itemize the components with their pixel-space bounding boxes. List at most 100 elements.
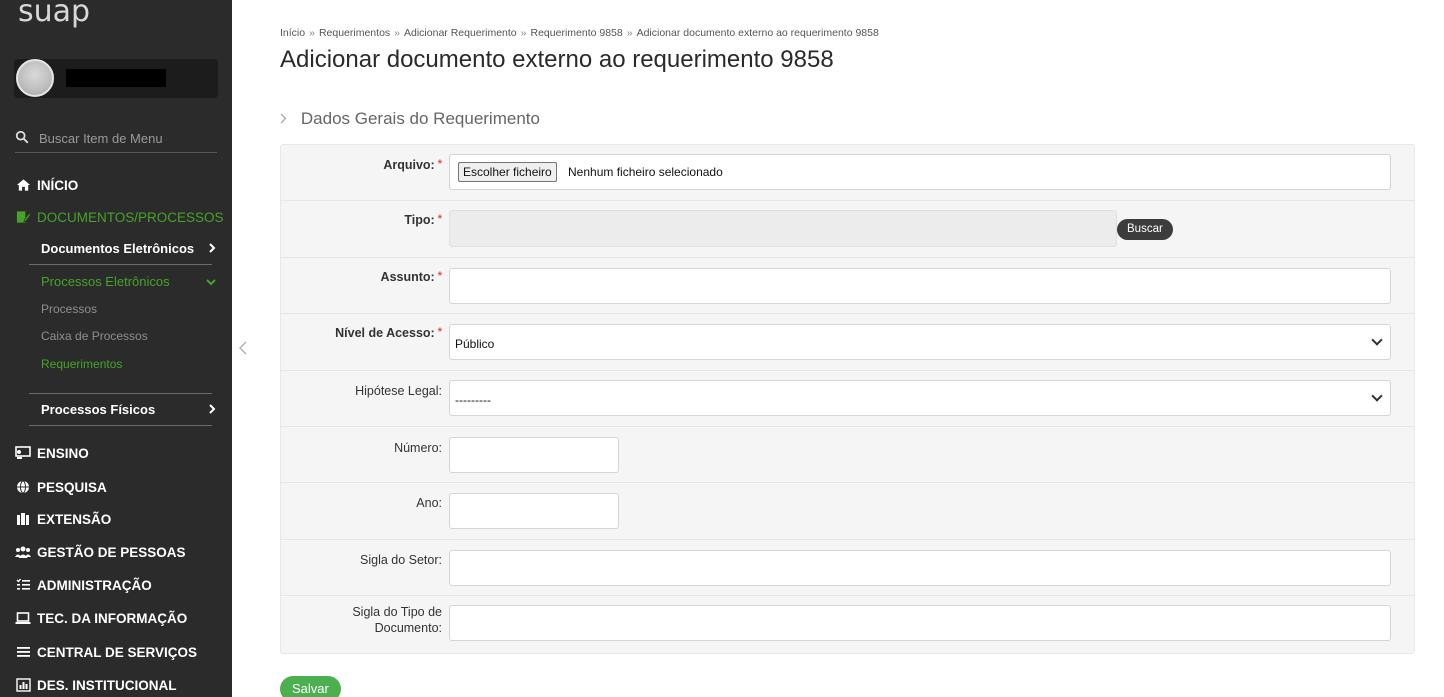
form-row-numero: Número: (281, 427, 1414, 483)
nivel-acesso-select[interactable]: Público (449, 324, 1391, 360)
sigla-tipo-documento-label: Sigla do Tipo de Documento: (352, 604, 442, 636)
menu-item-tec-informacao[interactable]: TEC. DA INFORMAÇÃO (15, 608, 187, 628)
chart-icon (15, 677, 31, 693)
sidebar: suap INÍCIO DOCUMENTOS/PROCESSOS Documen… (0, 0, 232, 697)
required-mark: * (437, 326, 442, 338)
selected-value: --------- (455, 393, 491, 407)
breadcrumb-current: Adicionar documento externo ao requerime… (636, 27, 879, 39)
menu-lines-icon (15, 644, 31, 660)
menu-item-label: PESQUISA (37, 479, 107, 495)
chevron-down-icon (1371, 334, 1383, 346)
label-text: Tipo: (404, 213, 435, 227)
suap-logo[interactable]: suap (18, 0, 90, 29)
menu-item-extensao[interactable]: EXTENSÃO (15, 509, 111, 529)
breadcrumb-separator: » (309, 27, 315, 39)
form-row-hipotese-legal: Hipótese Legal: --------- (281, 371, 1414, 427)
breadcrumb-separator: » (520, 27, 527, 39)
breadcrumb-separator: » (394, 27, 400, 39)
chevron-left-icon (238, 341, 247, 355)
form-row-arquivo: Arquivo: * Escolher ficheiro Nenhum fiche… (281, 145, 1414, 201)
form-row-sigla-tipo-documento: Sigla do Tipo de Documento: (281, 596, 1414, 653)
submenu-caixa-processos[interactable]: Caixa de Processos (41, 329, 148, 343)
chevron-right-icon (208, 402, 216, 417)
globe-icon (15, 479, 31, 495)
numero-label: Número: (394, 441, 442, 455)
section-header[interactable]: Dados Gerais do Requerimento (280, 109, 540, 129)
menu-item-label: ENSINO (37, 445, 89, 461)
form-row-assunto: Assunto: * (281, 258, 1414, 314)
menu-item-documentos-processos[interactable]: DOCUMENTOS/PROCESSOS (15, 207, 224, 227)
submenu-documentos-eletronicos[interactable]: Documentos Eletrônicos (41, 238, 216, 258)
menu-item-des-institucional[interactable]: DES. INSTITUCIONAL (15, 675, 177, 695)
search-icon (15, 130, 29, 144)
breadcrumb-link-requerimentos[interactable]: Requerimentos (319, 27, 390, 39)
submenu-processos[interactable]: Processos (41, 302, 97, 316)
hipotese-legal-label: Hipótese Legal: (355, 384, 442, 398)
submenu-processos-fisicos[interactable]: Processos Físicos (41, 399, 216, 419)
required-mark: * (437, 158, 442, 170)
menu-item-central-servicos[interactable]: CENTRAL DE SERVIÇOS (15, 642, 197, 662)
menu-search-input[interactable] (39, 128, 214, 148)
breadcrumb-link-adicionar-requerimento[interactable]: Adicionar Requerimento (404, 27, 517, 39)
divider (29, 425, 212, 426)
label-text: Assunto: (380, 270, 435, 284)
menu-item-pesquisa[interactable]: PESQUISA (15, 477, 107, 497)
form-row-tipo: Tipo: * Buscar (281, 201, 1414, 258)
required-mark: * (437, 213, 442, 225)
label-text: Nível de Acesso: (335, 326, 435, 340)
collapse-sidebar-button[interactable] (238, 341, 250, 357)
arquivo-file-input[interactable]: Escolher ficheiro Nenhum ficheiro seleci… (449, 154, 1391, 190)
user-card[interactable] (14, 59, 218, 98)
nivel-acesso-label: Nível de Acesso: * (335, 326, 442, 340)
file-status-text: Nenhum ficheiro selecionado (568, 165, 723, 179)
section-title: Dados Gerais do Requerimento (300, 109, 540, 128)
label-line: Sigla do Tipo de (352, 605, 442, 619)
chalkboard-icon (15, 445, 31, 461)
menu-item-inicio[interactable]: INÍCIO (15, 175, 78, 195)
menu-item-gestao-pessoas[interactable]: GESTÃO DE PESSOAS (15, 542, 186, 562)
ano-label: Ano: (416, 496, 442, 510)
redacted-username (66, 69, 166, 87)
breadcrumb: Início» Requerimentos» Adicionar Requerime… (280, 27, 879, 39)
submenu-label: Documentos Eletrônicos (41, 240, 195, 256)
tipo-field (449, 210, 1117, 247)
form-row-sigla-setor: Sigla do Setor: (281, 540, 1414, 596)
menu-item-administracao[interactable]: ADMINISTRAÇÃO (15, 575, 152, 595)
menu-item-label: DOCUMENTOS/PROCESSOS (37, 209, 224, 225)
page-title: Adicionar documento externo ao requerime… (280, 46, 834, 73)
menu-search (15, 126, 217, 153)
divider (29, 264, 212, 265)
breadcrumb-link-requerimento[interactable]: Requerimento 9858 (531, 27, 623, 39)
sigla-setor-input[interactable] (449, 550, 1391, 586)
list-check-icon (15, 577, 31, 593)
breadcrumb-link-inicio[interactable]: Início (280, 27, 305, 39)
submenu-processos-eletronicos[interactable]: Processos Eletrônicos (41, 271, 216, 291)
ano-input[interactable] (449, 493, 619, 529)
chevron-down-icon (1371, 390, 1383, 402)
numero-input[interactable] (449, 437, 619, 473)
selected-value: Público (455, 337, 495, 351)
chevron-down-icon (206, 274, 216, 289)
app-root: suap INÍCIO DOCUMENTOS/PROCESSOS Documen… (0, 0, 1444, 697)
chevron-right-icon (280, 111, 291, 127)
save-button[interactable]: Salvar (280, 676, 341, 697)
menu-item-ensino[interactable]: ENSINO (15, 443, 89, 463)
arquivo-label: Arquivo: * (383, 158, 442, 172)
submenu-requerimentos[interactable]: Requerimentos (41, 357, 122, 371)
edit-document-icon (15, 209, 31, 225)
menu-item-label: EXTENSÃO (37, 511, 112, 527)
sigla-tipo-documento-input[interactable] (449, 605, 1391, 641)
choose-file-button[interactable]: Escolher ficheiro (458, 162, 557, 182)
requerimento-form: Arquivo: * Escolher ficheiro Nenhum fiche… (280, 144, 1415, 654)
buscar-button[interactable]: Buscar (1117, 219, 1173, 240)
sigla-setor-label: Sigla do Setor: (360, 553, 442, 567)
avatar (16, 59, 54, 97)
menu-item-label: DES. INSTITUCIONAL (37, 677, 177, 693)
chevron-right-icon (208, 241, 216, 256)
submenu-label: Processos Físicos (41, 401, 156, 417)
menu-item-label: INÍCIO (37, 177, 79, 193)
breadcrumb-separator: » (626, 27, 633, 39)
form-row-nivel-acesso: Nível de Acesso: * Público (281, 314, 1414, 371)
hipotese-legal-select[interactable]: --------- (449, 380, 1391, 416)
assunto-input[interactable] (449, 268, 1391, 304)
